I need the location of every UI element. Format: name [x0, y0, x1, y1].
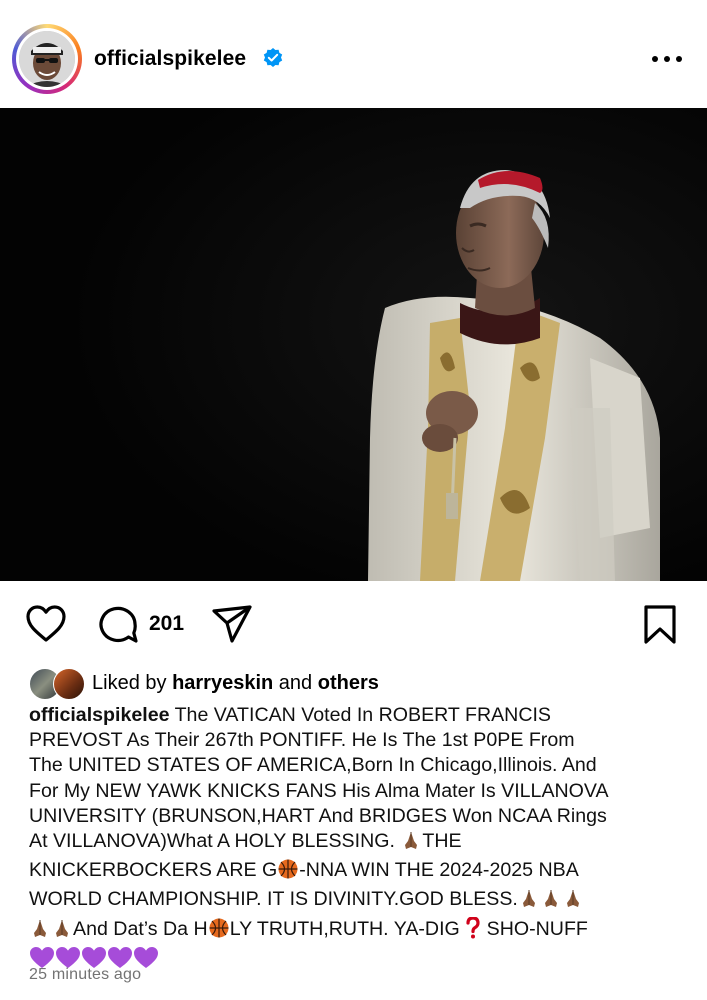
liked-by-avatars[interactable]	[29, 668, 85, 700]
comment-icon[interactable]	[98, 604, 140, 646]
caption-text: WORLD CHAMPIONSHIP. IT IS DIVINITY.GOD B…	[29, 888, 518, 911]
basketball-emoji	[277, 858, 299, 887]
paper-plane-icon[interactable]	[211, 603, 253, 645]
caption-text: For My NEW YAWK KNICKS FANS His Alma Mat…	[29, 779, 609, 802]
post-username[interactable]: officialspikelee	[94, 47, 246, 71]
caption-text: SHO-NUFF	[486, 917, 588, 940]
post-timestamp: 25 minutes ago	[29, 966, 142, 983]
caption-text: THE	[422, 830, 462, 853]
verified-badge-icon	[262, 47, 284, 69]
liked-by-middle: and	[278, 672, 313, 694]
caption-text: And Dat’s Da H	[73, 917, 208, 940]
caption-text: KNICKERBOCKERS ARE G	[29, 859, 278, 882]
post-header: officialspikelee	[0, 0, 707, 108]
liked-by-user[interactable]: harryeskin	[172, 672, 273, 694]
folded-hands-emoji	[518, 887, 540, 916]
comment-count[interactable]: 201	[149, 612, 184, 636]
caption-text: UNIVERSITY (BRUNSON,HART And BRIDGES Won…	[29, 804, 607, 827]
caption-text: The UNITED STATES OF AMERICA,Born In Chi…	[29, 754, 597, 777]
caption-text: -NNA WIN THE 2024-2025 NBA	[299, 859, 579, 882]
heart-icon[interactable]	[25, 604, 67, 644]
liker-avatar	[53, 668, 85, 700]
folded-hands-emoji	[400, 829, 422, 858]
bookmark-icon[interactable]	[642, 604, 678, 646]
liked-by-text: Liked by harryeskin and others	[92, 672, 379, 695]
folded-hands-emoji	[51, 917, 73, 946]
basketball-emoji	[208, 917, 230, 946]
caption-text: At VILLANOVA)What A HOLY BLESSING.	[29, 830, 395, 853]
post-photo[interactable]	[0, 108, 707, 581]
liked-by-others[interactable]: others	[318, 672, 379, 694]
folded-hands-emoji	[540, 887, 562, 916]
caption-text: The VATICAN Voted In ROBERT FRANCIS	[174, 704, 551, 726]
caption-text: LY TRUTH,RUTH. YA-DIG	[229, 917, 460, 940]
folded-hands-emoji	[29, 917, 51, 946]
red-question-mark-emoji	[465, 916, 481, 946]
avatar-photo	[19, 31, 75, 87]
post-caption: officialspikelee The VATICAN Voted In RO…	[29, 703, 689, 977]
profile-avatar[interactable]	[12, 24, 82, 94]
more-options-icon[interactable]	[650, 52, 684, 66]
folded-hands-emoji	[562, 887, 584, 916]
caption-username[interactable]: officialspikelee	[29, 704, 170, 726]
liked-by-prefix: Liked by	[92, 672, 167, 694]
caption-text: PREVOST As Their 267th PONTIFF. He Is Th…	[29, 729, 575, 752]
